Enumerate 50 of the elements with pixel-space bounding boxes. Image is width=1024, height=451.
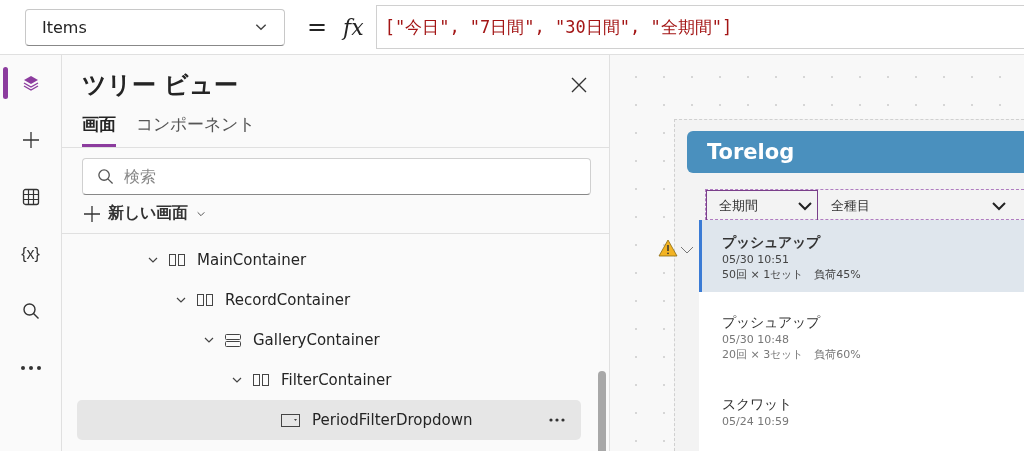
exercise-name: プッシュアップ — [722, 314, 822, 332]
rows-icon — [225, 333, 241, 347]
plus-icon — [84, 205, 100, 222]
record-time: 05/30 10:51 — [722, 253, 790, 266]
tree-item[interactable]: PeriodFilterDropdown — [77, 400, 581, 440]
record-detail: 50回 × 1セット 負荷45% — [722, 267, 862, 282]
record-time: 05/24 10:59 — [722, 415, 790, 428]
variables-label: {x} — [21, 245, 40, 263]
record-detail: 20回 × 3セット 負荷60% — [722, 347, 862, 362]
tree-item[interactable]: RecordContainer — [77, 280, 581, 320]
record-time: 05/30 10:48 — [722, 333, 790, 346]
record-item[interactable]: プッシュアップ 05/30 10:51 50回 × 1セット 負荷45% — [699, 220, 1024, 292]
exercise-name: スクワット — [722, 396, 793, 414]
search-icon — [97, 168, 114, 185]
tree-item[interactable]: FilterContainer — [77, 360, 581, 400]
dropdown-icon — [281, 413, 300, 427]
new-screen-button[interactable]: 新しい画面 — [62, 195, 609, 234]
exercise-name: プッシュアップ — [722, 234, 822, 252]
tree-item-label: RecordContainer — [225, 291, 352, 309]
tree-item-label: GalleryContainer — [253, 331, 381, 349]
columns-icon — [169, 254, 185, 266]
tree-item-label: PeriodFilterDropdown — [312, 411, 474, 429]
chevron-icon — [991, 200, 1007, 211]
tab[interactable]: 画面 — [82, 111, 116, 147]
rail-button[interactable]: {x} — [0, 234, 62, 274]
equals-sign: = — [307, 13, 328, 41]
chevron-icon — [797, 200, 813, 211]
tree-item[interactable]: GalleryContainer — [77, 320, 581, 360]
fx-label: fx — [343, 14, 364, 40]
scrollbar[interactable] — [598, 371, 606, 451]
property-dropdown[interactable]: Items — [25, 8, 285, 46]
columns-icon — [253, 374, 269, 386]
layers-icon — [21, 74, 40, 92]
tab[interactable]: コンポーネント — [136, 111, 255, 147]
search-input[interactable]: 検索 — [122, 166, 576, 187]
tree-item-label: FilterContainer — [281, 371, 393, 389]
more-icon[interactable] — [549, 418, 565, 422]
app-header: Torelog — [687, 131, 1024, 173]
more-icon — [20, 366, 41, 370]
search-icon — [21, 302, 40, 320]
close-icon[interactable] — [571, 77, 587, 93]
table-icon — [21, 188, 40, 206]
tree-item[interactable]: MainContainer — [77, 240, 581, 280]
tree-item-label: MainContainer — [197, 251, 308, 269]
columns-icon — [197, 294, 213, 306]
search-field[interactable]: 検索 — [82, 158, 591, 195]
plus-icon — [21, 131, 40, 149]
formula-field[interactable]: ["今日", "7日間", "30日間", "全期間"] — [375, 5, 1024, 49]
filter-dropdown[interactable]: 全種目 — [818, 190, 1012, 221]
panel-title: ツリー ビュー — [82, 70, 239, 101]
